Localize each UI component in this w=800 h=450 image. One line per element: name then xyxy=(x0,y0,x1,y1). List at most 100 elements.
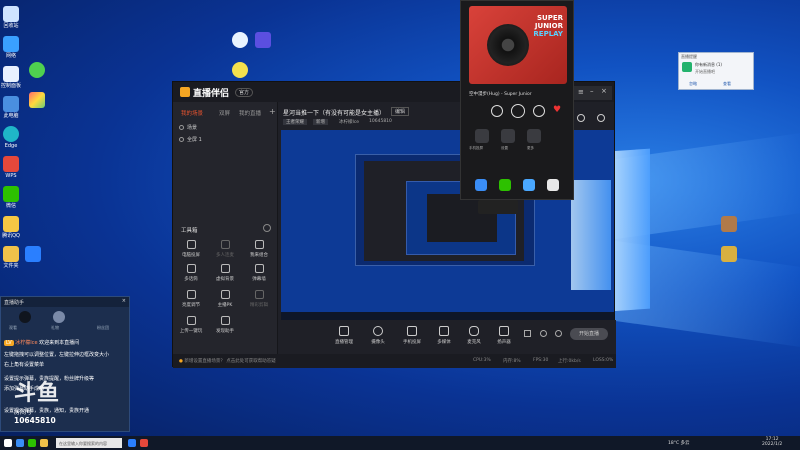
tool-brightness[interactable]: 亮度调节 xyxy=(176,290,206,308)
heart-icon[interactable]: ♥ xyxy=(553,106,561,115)
next-icon[interactable] xyxy=(533,105,545,117)
desktop-icon-wechat[interactable]: 微信 xyxy=(0,186,22,209)
speaker-button[interactable]: 扬声器 xyxy=(488,326,520,345)
taskbar-app-icon[interactable] xyxy=(40,439,48,447)
sun-icon xyxy=(186,290,196,299)
taskbar-app-icon[interactable] xyxy=(128,439,136,447)
live-manage-button[interactable]: 直播管理 xyxy=(328,326,360,345)
desktop-icon-control-panel[interactable]: 控制面板 xyxy=(0,66,22,89)
start-icon[interactable] xyxy=(4,439,12,447)
tool-danmaku-wall[interactable]: 弹幕墙 xyxy=(244,264,274,282)
tool-combo[interactable]: 我来组合 xyxy=(244,240,274,258)
category-badge[interactable]: 王者荣耀 xyxy=(283,119,307,125)
popup-app-icon xyxy=(682,62,692,72)
avatar[interactable] xyxy=(53,311,65,323)
preview-windows-logo xyxy=(571,180,611,290)
status-text[interactable]: 新增设置直播场景？ 点击此处可获取帮助答疑 xyxy=(184,359,275,364)
desktop-icon-edge[interactable]: Edge xyxy=(0,126,22,149)
share-icon[interactable] xyxy=(597,114,605,122)
close-icon[interactable]: × xyxy=(122,298,126,304)
scene-item[interactable]: 场景 xyxy=(179,124,197,131)
desktop-icon-live-companion[interactable] xyxy=(22,246,44,263)
start-live-button[interactable]: 开始直播 xyxy=(570,328,608,340)
desktop-icon-colorful-app[interactable] xyxy=(26,92,48,108)
weather[interactable]: 18°C 多云 xyxy=(668,440,690,446)
desktop-icon-this-pc[interactable]: 此电脑 xyxy=(0,96,22,119)
minimize-icon[interactable]: – xyxy=(590,87,594,95)
dock-app-icon[interactable] xyxy=(475,179,487,191)
logo-icon xyxy=(180,87,190,97)
taskbar-search[interactable]: 在这里输入你要搜索的内容 xyxy=(56,438,122,448)
menu-icon[interactable]: ≡ xyxy=(578,88,584,96)
tool-discover[interactable]: 发现助手 xyxy=(210,316,240,334)
dock-message-icon[interactable] xyxy=(523,179,535,191)
add-scene-icon[interactable]: + xyxy=(269,107,276,116)
tab-dual-screen[interactable]: 双屏 xyxy=(219,109,230,117)
phone-app-icon[interactable] xyxy=(527,129,541,143)
camera-button[interactable]: 摄像头 xyxy=(362,326,394,345)
clock[interactable]: 17:12 2022/1/2 xyxy=(762,437,782,447)
dock-camera-icon[interactable] xyxy=(547,179,559,191)
dock-phone-icon[interactable] xyxy=(499,179,511,191)
taskbar-app-icon[interactable] xyxy=(140,439,148,447)
tool-multi-mic2[interactable]: 多话筒 xyxy=(176,264,206,282)
desktop-icon-w[interactable] xyxy=(252,32,274,48)
avatar[interactable] xyxy=(19,311,31,323)
popup-ignore-button[interactable]: 忽略 xyxy=(689,81,697,87)
info-icon[interactable] xyxy=(540,330,547,337)
bell-icon[interactable] xyxy=(577,114,585,122)
desktop-icon-recycle-bin[interactable]: 回收站 xyxy=(0,6,22,29)
play-icon[interactable] xyxy=(511,104,525,118)
folder-icon xyxy=(3,246,19,262)
album-title: SUPER JUNIOR REPLAY xyxy=(533,14,563,38)
sidebar: 我的场景 双屏 我的直播 + 场景 全屏 1 工具箱 电脑投屏 多人连麦 我来组… xyxy=(173,102,278,368)
chat-tab[interactable]: 粉丝团 xyxy=(97,325,109,331)
chat-tab[interactable]: 观看 xyxy=(9,325,17,331)
version-badge[interactable]: 官方 xyxy=(235,88,254,97)
tab-my-live[interactable]: 我的直播 xyxy=(239,109,261,117)
edit-button[interactable]: 编辑 xyxy=(391,107,410,116)
tab-my-scenes[interactable]: 我的场景 xyxy=(181,109,203,117)
stat-fps: FPS:30 xyxy=(533,358,549,363)
desktop-icon-yellow-app[interactable] xyxy=(229,62,251,78)
desktop-icon-cloud[interactable] xyxy=(229,32,251,48)
close-icon[interactable]: × xyxy=(601,87,607,95)
chat-line: 右上角有设置菜单 xyxy=(4,362,45,368)
chat-line: 左键拖拽可以调整位置，左键拉伸边框改变大小 xyxy=(4,352,110,358)
eye-icon xyxy=(179,137,184,142)
settings-icon[interactable] xyxy=(555,330,562,337)
desktop-icon-wps[interactable]: WPS xyxy=(0,156,22,179)
scene-item[interactable]: 全屏 1 xyxy=(179,136,202,143)
popup-view-button[interactable]: 查看 xyxy=(723,81,731,87)
phone-cast-button[interactable]: 手机投屏 xyxy=(396,326,428,345)
phone-app-icon[interactable] xyxy=(475,129,489,143)
preview-taskbar xyxy=(281,312,614,320)
tool-clip[interactable]: 精彩剪辑 xyxy=(244,290,274,308)
prev-icon[interactable] xyxy=(491,105,503,117)
phone-app-icon[interactable] xyxy=(501,129,515,143)
media-button[interactable]: 多媒体 xyxy=(428,326,460,345)
tool-multi-mic[interactable]: 多人连麦 xyxy=(210,240,240,258)
tool-upload[interactable]: 上传一键玩 xyxy=(176,316,206,334)
avatar-icon xyxy=(721,216,737,232)
desktop-icon-folder[interactable]: 文件夹 xyxy=(0,246,22,269)
taskbar-app-icon[interactable] xyxy=(28,439,36,447)
eye-icon xyxy=(179,125,184,130)
desktop-icon-green-app[interactable] xyxy=(26,62,48,78)
tool-pk[interactable]: 主播PK xyxy=(210,290,240,308)
taskbar-app-icon[interactable] xyxy=(16,439,24,447)
category-badge-2[interactable]: 新增 xyxy=(313,119,328,125)
chat-tab[interactable]: 礼物 xyxy=(51,325,59,331)
desktop-icon-qq[interactable]: 腾讯QQ xyxy=(0,216,22,239)
tool-virtual-bg[interactable]: 虚拟背景 xyxy=(210,264,240,282)
toolbox-collapse-icon[interactable] xyxy=(263,224,271,232)
record-icon[interactable] xyxy=(524,330,531,337)
tool-screen-cast[interactable]: 电脑投屏 xyxy=(176,240,206,258)
desktop-icon-avatar-2[interactable] xyxy=(718,246,740,262)
microphone-button[interactable]: 麦克风 xyxy=(458,326,490,345)
room-label: 房间号 xyxy=(14,409,33,416)
desktop-icon-avatar-1[interactable] xyxy=(718,216,740,232)
desktop-icon-network[interactable]: 网络 xyxy=(0,36,22,59)
screen-icon xyxy=(186,240,196,249)
phone-app-label: 手机投屏 xyxy=(469,146,483,150)
